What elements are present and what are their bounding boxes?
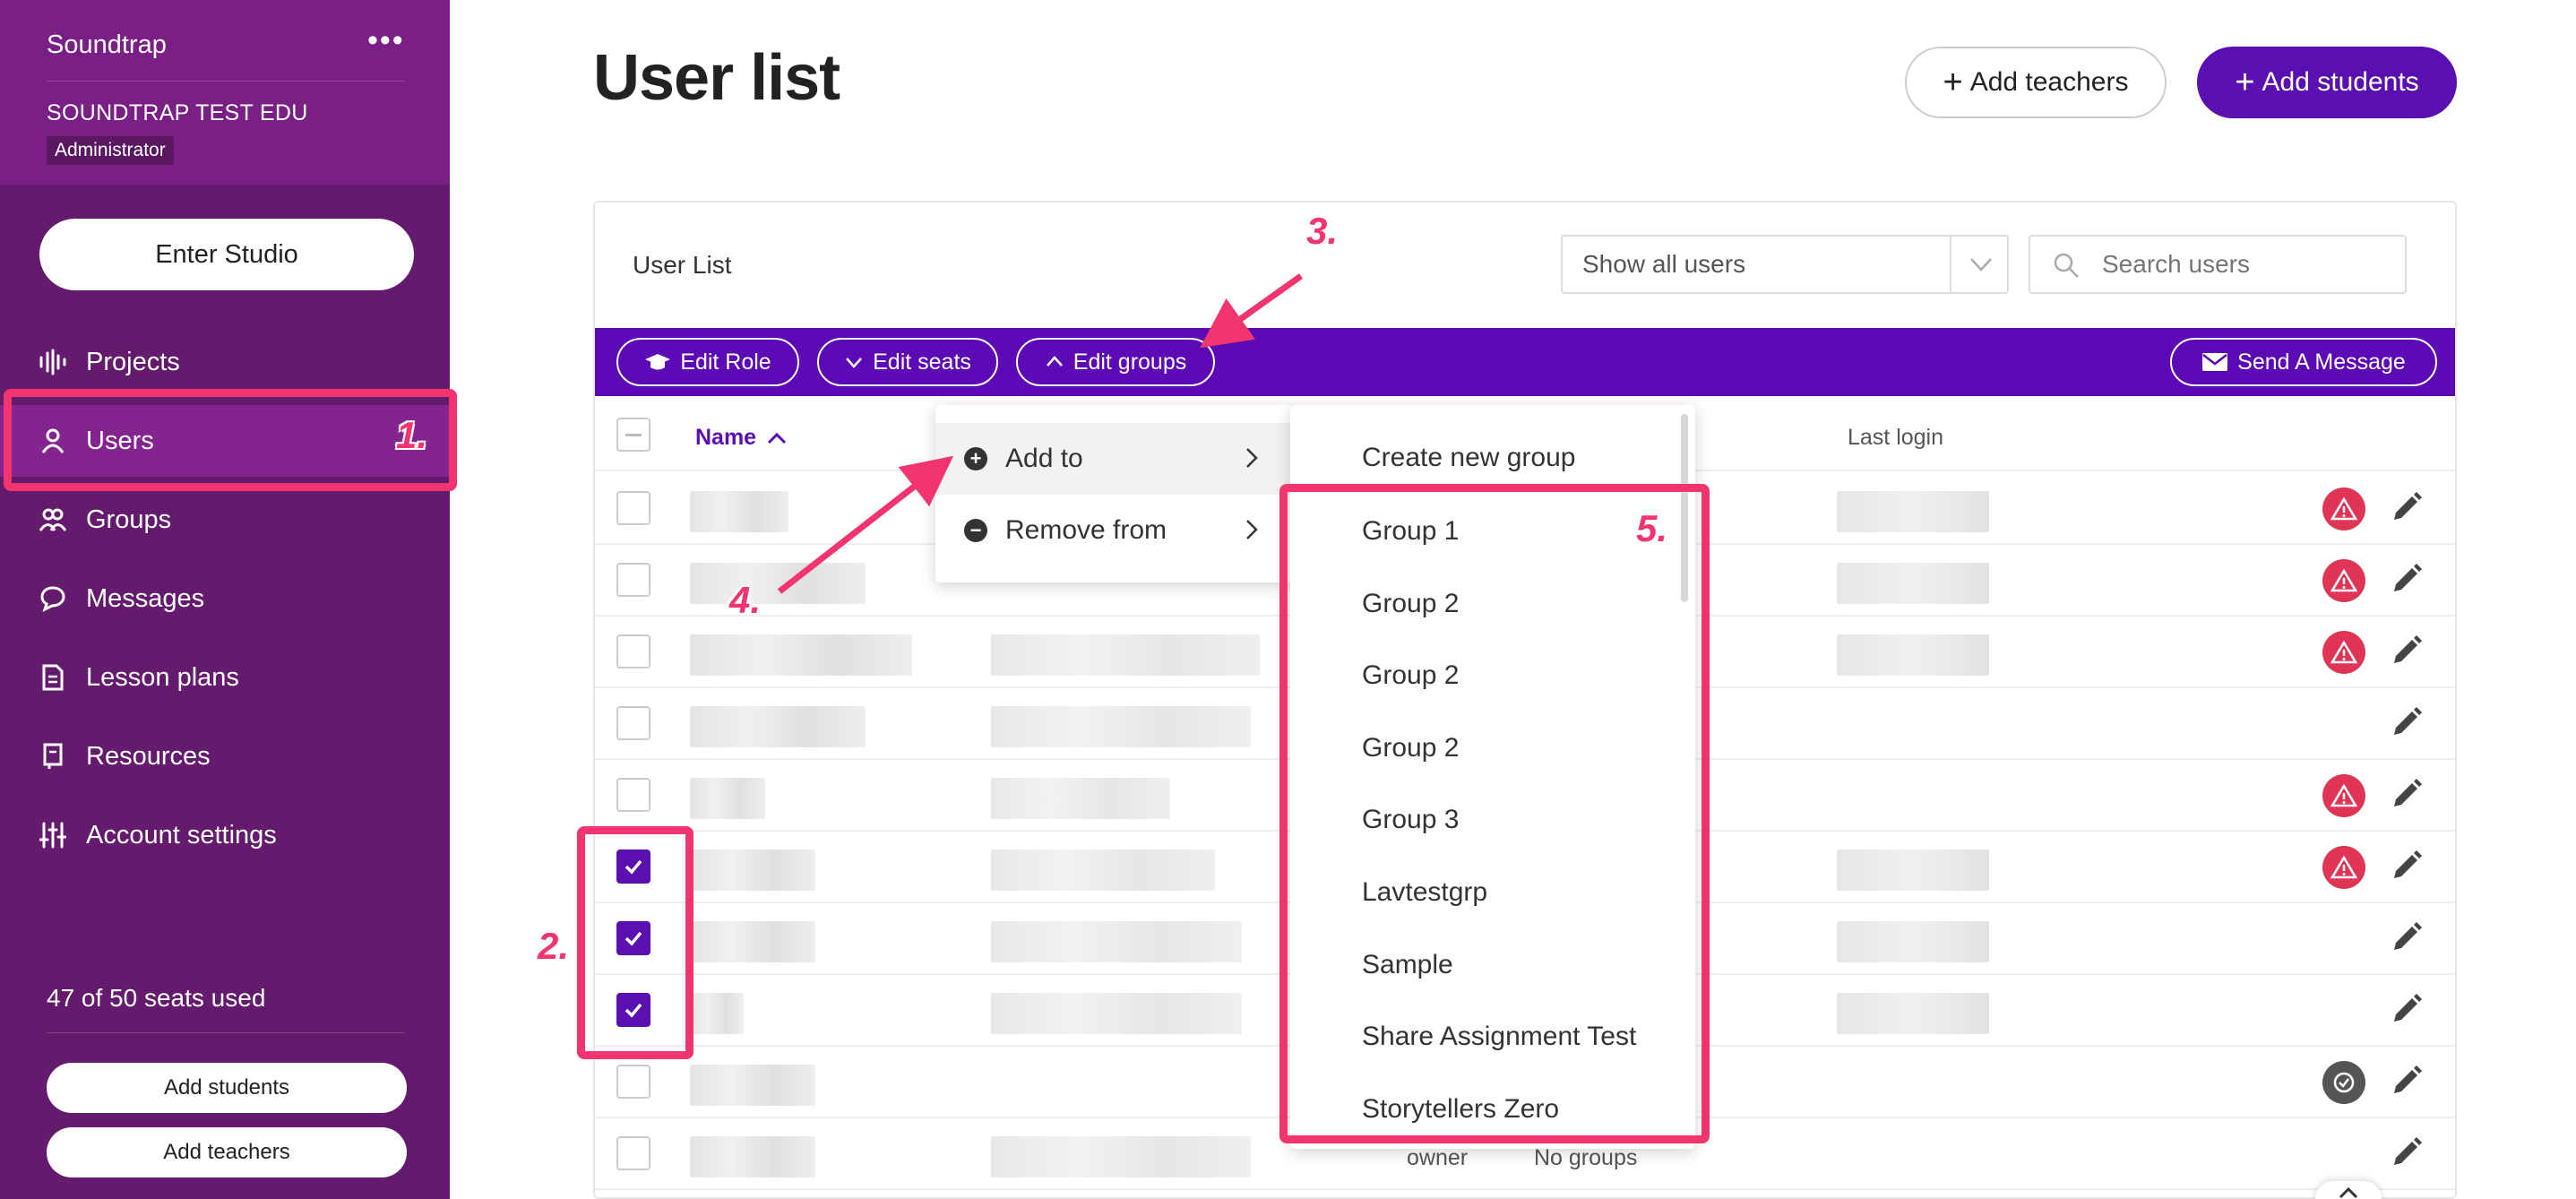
annotation-arrow-4 xyxy=(777,455,954,594)
annotation-arrows xyxy=(777,273,1304,594)
annotation-arrow-3 xyxy=(1200,273,1304,349)
